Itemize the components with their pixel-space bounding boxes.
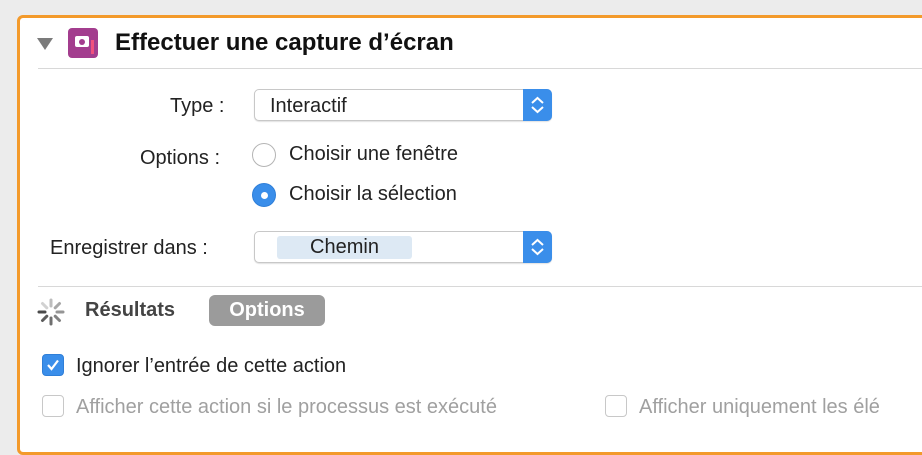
stepper-icon [523, 89, 552, 121]
path-token: Chemin [277, 236, 412, 259]
action-title: Effectuer une capture d’écran [115, 29, 454, 56]
action-panel: Effectuer une capture d’écran Type : Int… [17, 15, 922, 455]
divider [38, 68, 922, 69]
spinner-icon [37, 298, 65, 326]
ignore-input-checkbox[interactable] [42, 354, 64, 376]
stepper-icon [523, 231, 552, 263]
show-only-checkbox[interactable] [605, 395, 627, 417]
radio-button[interactable] [252, 143, 276, 167]
type-select[interactable]: Interactif [254, 89, 552, 121]
show-action-label: Afficher cette action si le processus es… [76, 396, 497, 418]
divider [38, 286, 922, 287]
radio-label: Choisir la sélection [289, 183, 457, 205]
options-label: Options : [140, 147, 221, 169]
show-action-checkbox[interactable] [42, 395, 64, 417]
radio-button[interactable] [252, 183, 276, 207]
type-label: Type : [170, 95, 225, 117]
action-header: Effectuer une capture d’écran [20, 18, 922, 68]
save-label: Enregistrer dans : [50, 237, 208, 259]
tab-options[interactable]: Options [209, 295, 325, 326]
save-location-select[interactable]: Chemin [254, 231, 552, 263]
show-only-label: Afficher uniquement les élé [639, 396, 880, 418]
disclosure-triangle-icon[interactable] [37, 38, 53, 50]
tab-results[interactable]: Résultats [85, 299, 175, 322]
screenshot-icon [68, 28, 98, 58]
ignore-input-label: Ignorer l’entrée de cette action [76, 355, 347, 377]
type-select-value: Interactif [270, 95, 347, 117]
radio-label: Choisir une fenêtre [289, 143, 458, 165]
